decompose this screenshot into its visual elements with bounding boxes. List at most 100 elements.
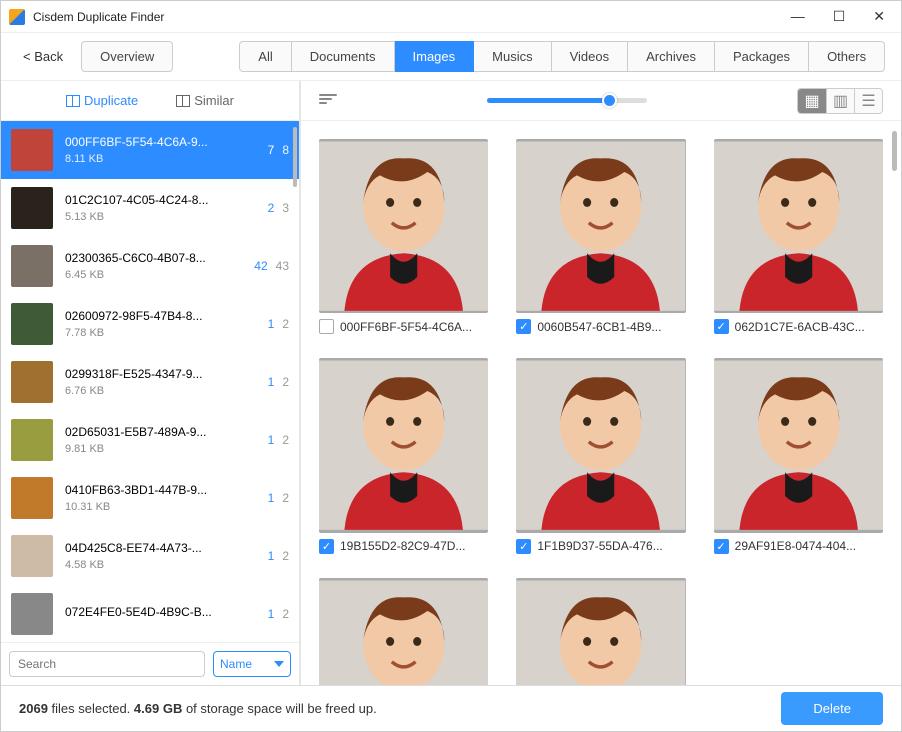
grid-scrollbar[interactable]	[892, 131, 897, 171]
thumbnail-icon	[11, 419, 53, 461]
thumbnail-icon	[11, 593, 53, 635]
view-columns-button[interactable]: ▥	[826, 89, 854, 113]
group-size: 5.13 KB	[65, 211, 256, 223]
list-item[interactable]: 01C2C107-4C05-4C24-8... 5.13 KB 2 3	[1, 179, 299, 237]
minimize-button[interactable]: —	[791, 8, 805, 25]
thumbnail-icon	[11, 129, 53, 171]
total-count: 43	[276, 259, 289, 273]
sort-label: Name	[220, 657, 252, 671]
selected-count: 1	[268, 491, 275, 505]
overview-button[interactable]: Overview	[81, 41, 173, 72]
status-bar: 2069 files selected. 4.69 GB of storage …	[1, 685, 901, 731]
checkbox[interactable]: ✓	[516, 319, 531, 334]
list-item[interactable]: 02600972-98F5-47B4-8... 7.78 KB 1 2	[1, 295, 299, 353]
list-item[interactable]: 0410FB63-3BD1-447B-9... 10.31 KB 1 2	[1, 469, 299, 527]
list-item[interactable]: 072E4FE0-5E4D-4B9C-B... 1 2	[1, 585, 299, 642]
category-documents[interactable]: Documents	[292, 41, 395, 72]
selected-count: 42	[254, 259, 267, 273]
category-packages[interactable]: Packages	[715, 41, 809, 72]
selected-count: 2	[268, 201, 275, 215]
view-mode-buttons: ▦ ▥ ☰	[797, 88, 883, 114]
group-size: 10.31 KB	[65, 501, 256, 513]
slider-knob[interactable]	[602, 93, 617, 108]
zoom-slider[interactable]	[337, 98, 797, 103]
thumbnail-cell[interactable]: ✓ 0060B547-6CB1-4B9...	[516, 139, 685, 334]
checkbox[interactable]: ✓	[714, 539, 729, 554]
group-name: 01C2C107-4C05-4C24-8...	[65, 193, 256, 207]
person-image	[516, 139, 685, 313]
sort-icon[interactable]	[319, 94, 337, 108]
person-image	[516, 578, 685, 685]
maximize-button[interactable]: ☐	[833, 8, 846, 25]
close-button[interactable]: ✕	[873, 8, 885, 25]
category-others[interactable]: Others	[809, 41, 885, 72]
thumbnail-image	[516, 139, 685, 313]
search-input[interactable]	[9, 651, 205, 677]
thumbnail-cell[interactable]: ✓ 29AF91E8-0474-404...	[714, 358, 883, 553]
checkbox[interactable]: ✓	[714, 319, 729, 334]
group-name: 02300365-C6C0-4B07-8...	[65, 251, 242, 265]
delete-button[interactable]: Delete	[781, 692, 883, 725]
thumbnail-cell[interactable]: ✓ 1F1B9D37-55DA-476...	[516, 358, 685, 553]
total-count: 2	[282, 549, 289, 563]
list-item[interactable]: 000FF6BF-5F54-4C6A-9... 8.11 KB 7 8	[1, 121, 299, 179]
checkbox[interactable]: ✓	[319, 539, 334, 554]
category-musics[interactable]: Musics	[474, 41, 551, 72]
list-item[interactable]: 0299318F-E525-4347-9... 6.76 KB 1 2	[1, 353, 299, 411]
group-size: 8.11 KB	[65, 153, 256, 165]
category-videos[interactable]: Videos	[552, 41, 629, 72]
total-count: 2	[282, 491, 289, 505]
app-logo-icon	[9, 9, 25, 25]
group-name: 000FF6BF-5F54-4C6A-9...	[65, 135, 256, 149]
list-item[interactable]: 02300365-C6C0-4B07-8... 6.45 KB 42 43	[1, 237, 299, 295]
thumbnail-name: 0060B547-6CB1-4B9...	[537, 320, 661, 334]
status-count-suffix: files selected.	[48, 701, 134, 716]
category-images[interactable]: Images	[395, 41, 475, 72]
list-scrollbar[interactable]	[293, 127, 297, 187]
main-panel: ▦ ▥ ☰ 000FF6BF-5F54-4C6A...	[301, 81, 901, 685]
thumbnail-icon	[11, 187, 53, 229]
tab-similar[interactable]: Similar	[176, 93, 234, 108]
list-item[interactable]: 04D425C8-EE74-4A73-... 4.58 KB 1 2	[1, 527, 299, 585]
view-list-button[interactable]: ☰	[854, 89, 882, 113]
group-name: 0299318F-E525-4347-9...	[65, 367, 256, 381]
thumbnail-grid[interactable]: 000FF6BF-5F54-4C6A... ✓ 0060B547-6CB1-4B…	[301, 121, 901, 685]
group-list[interactable]: 000FF6BF-5F54-4C6A-9... 8.11 KB 7 8 01C2…	[1, 121, 299, 642]
tab-similar-label: Similar	[194, 93, 234, 108]
total-count: 8	[282, 143, 289, 157]
main-header: ▦ ▥ ☰	[301, 81, 901, 121]
thumbnail-cell[interactable]: ✓ 19B155D2-82C9-47D...	[319, 358, 488, 553]
category-archives[interactable]: Archives	[628, 41, 715, 72]
thumbnail-cell[interactable]: ✓ 2B18C2DC-0D7C-40...	[319, 578, 488, 685]
selected-count: 1	[268, 375, 275, 389]
sort-select[interactable]: Name	[213, 651, 291, 677]
thumbnail-cell[interactable]: 000FF6BF-5F54-4C6A...	[319, 139, 488, 334]
total-count: 2	[282, 607, 289, 621]
thumbnail-name: 29AF91E8-0474-404...	[735, 539, 856, 553]
checkbox[interactable]: ✓	[516, 539, 531, 554]
titlebar: Cisdem Duplicate Finder — ☐ ✕	[1, 1, 901, 33]
checkbox[interactable]	[319, 319, 334, 334]
group-size: 6.45 KB	[65, 269, 242, 281]
sidebar: Duplicate Similar 000FF6BF-5F54-4C6A-9..…	[1, 81, 301, 685]
status-size: 4.69 GB	[134, 701, 182, 716]
selected-count: 1	[268, 433, 275, 447]
list-item[interactable]: 02D65031-E5B7-489A-9... 9.81 KB 1 2	[1, 411, 299, 469]
thumbnail-icon	[11, 361, 53, 403]
back-button[interactable]: < Back	[13, 43, 73, 70]
thumbnail-icon	[11, 477, 53, 519]
status-count: 2069	[19, 701, 48, 716]
group-name: 02600972-98F5-47B4-8...	[65, 309, 256, 323]
thumbnail-cell[interactable]: ✓ 2D0D8D72-048E-416...	[516, 578, 685, 685]
category-tabs: AllDocumentsImagesMusicsVideosArchivesPa…	[239, 41, 885, 72]
thumbnail-icon	[11, 245, 53, 287]
total-count: 2	[282, 317, 289, 331]
category-all[interactable]: All	[239, 41, 291, 72]
total-count: 2	[282, 375, 289, 389]
status-size-suffix: of storage space will be freed up.	[182, 701, 376, 716]
tab-duplicate-label: Duplicate	[84, 93, 138, 108]
tab-duplicate[interactable]: Duplicate	[66, 93, 138, 108]
thumbnail-name: 000FF6BF-5F54-4C6A...	[340, 320, 472, 334]
thumbnail-cell[interactable]: ✓ 062D1C7E-6ACB-43C...	[714, 139, 883, 334]
view-grid-button[interactable]: ▦	[798, 89, 826, 113]
